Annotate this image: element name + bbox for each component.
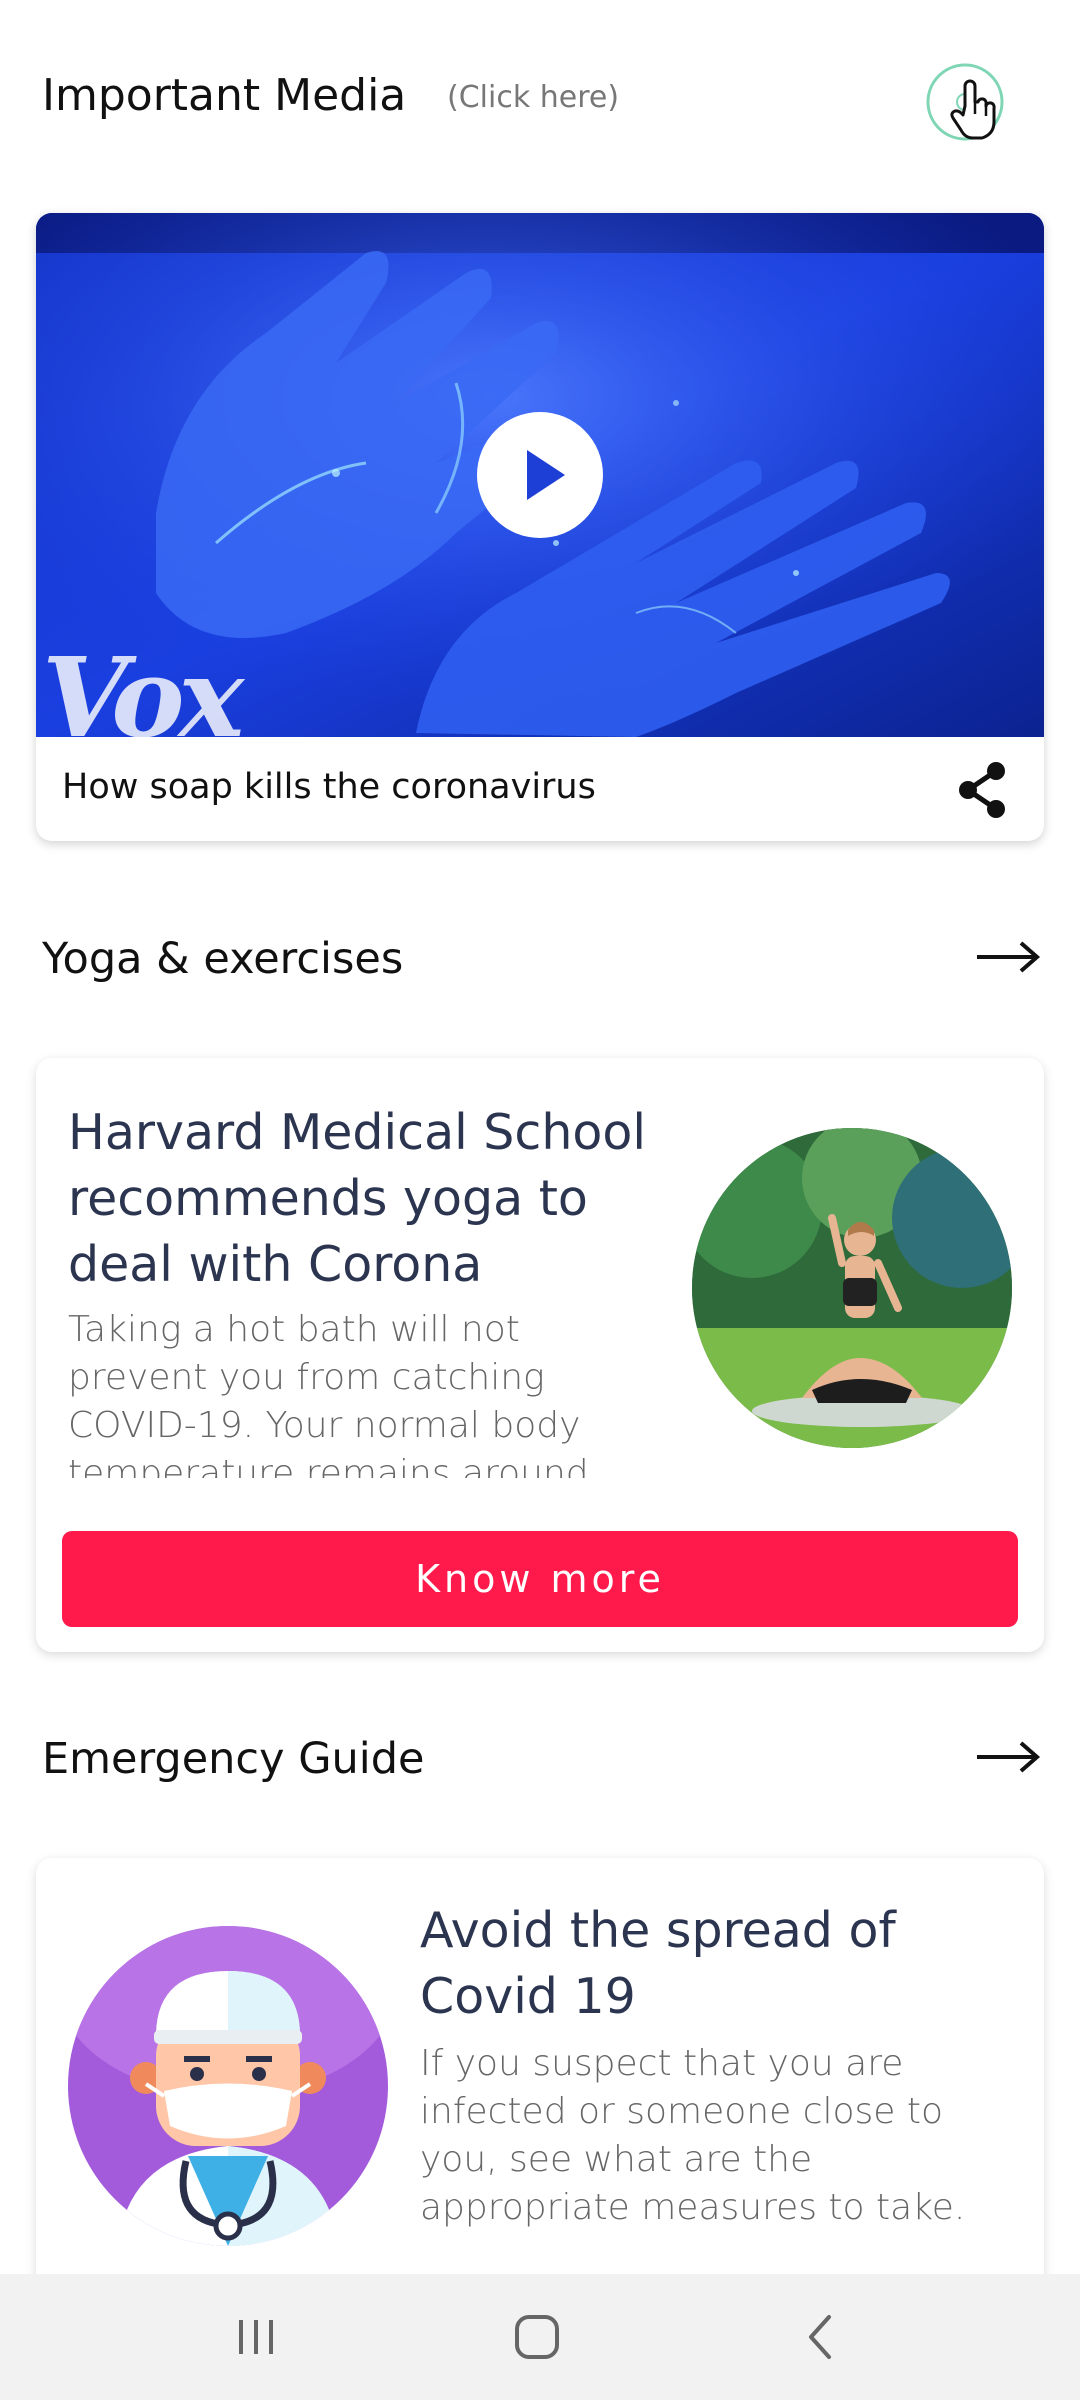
guide-title: Avoid the spread of Covid 19 xyxy=(420,1902,896,2025)
video-brand-logo: Vox xyxy=(42,633,244,762)
play-button[interactable] xyxy=(477,412,603,538)
yoga-article-card[interactable]: Harvard Medical School recommends yoga t… xyxy=(36,1058,1044,1652)
video-card[interactable]: Vox How soap kills the coronavirus xyxy=(36,213,1044,841)
emergency-guide-card[interactable]: Avoid the spread of Covid 19 If you susp… xyxy=(36,1858,1044,2278)
section-title-yoga: Yoga & exercises xyxy=(42,934,404,984)
article-excerpt: Taking a hot bath will not prevent you f… xyxy=(68,1309,589,1478)
guide-description: If you suspect that you are infected or … xyxy=(420,2043,966,2228)
know-more-button[interactable]: Know more xyxy=(62,1531,1018,1627)
click-here-hint[interactable]: (Click here) xyxy=(447,80,619,115)
recents-icon[interactable] xyxy=(221,2302,291,2372)
yoga-photo xyxy=(692,1128,1012,1448)
doctor-illustration xyxy=(68,1926,388,2246)
section-title-emergency: Emergency Guide xyxy=(42,1734,425,1784)
home-icon[interactable] xyxy=(502,2302,572,2372)
play-icon xyxy=(527,450,565,500)
system-navigation-bar xyxy=(0,2274,1080,2400)
arrow-right-icon[interactable] xyxy=(975,940,1041,974)
video-caption: How soap kills the coronavirus xyxy=(62,767,596,807)
page-title: Important Media xyxy=(42,70,407,121)
hand-pointer-icon[interactable] xyxy=(925,62,1005,142)
back-icon[interactable] xyxy=(785,2302,855,2372)
share-icon[interactable] xyxy=(954,761,1010,819)
arrow-right-icon[interactable] xyxy=(975,1740,1041,1774)
article-title: Harvard Medical School recommends yoga t… xyxy=(68,1104,646,1293)
